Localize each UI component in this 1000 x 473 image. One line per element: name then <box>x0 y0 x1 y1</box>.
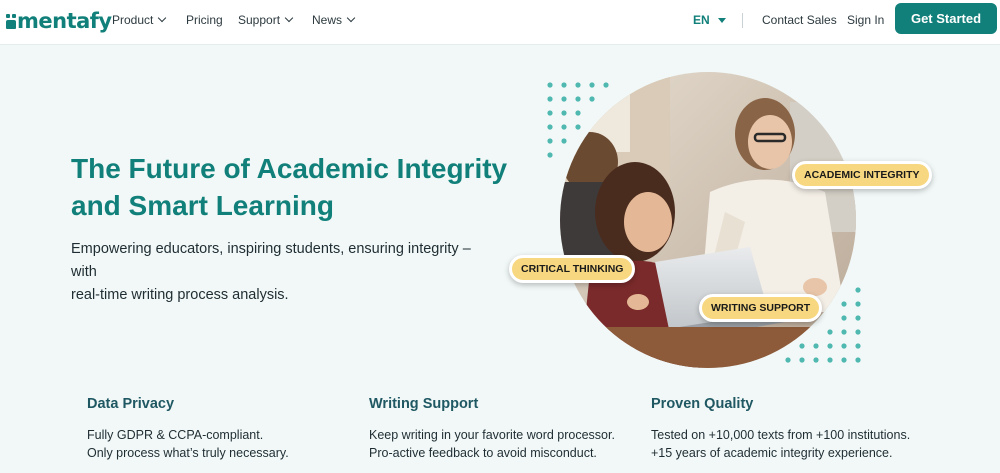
hero-subtitle: Empowering educators, inspiring students… <box>71 238 491 307</box>
nav-item-label: News <box>312 13 343 27</box>
feature-title: Proven Quality <box>651 396 754 412</box>
hero-title-line: and Smart Learning <box>71 190 334 221</box>
nav-item-label: Pricing <box>186 13 223 27</box>
nav-item-pricing[interactable]: Pricing <box>186 13 223 27</box>
nav-item-label: Support <box>238 13 281 27</box>
get-started-button[interactable]: Get Started <box>895 3 997 34</box>
feature-description: Fully GDPR & CCPA-compliant. Only proces… <box>87 426 357 462</box>
feature-title: Writing Support <box>369 396 479 412</box>
badge-critical-thinking: CRITICAL THINKING <box>509 255 636 283</box>
feature-description: Keep writing in your favorite word proce… <box>369 426 639 462</box>
chevron-down-icon <box>158 13 167 23</box>
badge-academic-integrity: ACADEMIC INTEGRITY <box>792 161 932 189</box>
language-selector[interactable]: EN <box>693 13 726 27</box>
hero-subtitle-line: Empowering educators, inspiring students… <box>71 241 471 280</box>
feature-line: Tested on +10,000 texts from +100 instit… <box>651 428 911 442</box>
nav-item-product[interactable]: Product <box>112 13 167 27</box>
feature-line: +15 years of academic integrity experien… <box>651 446 893 460</box>
nav-item-news[interactable]: News <box>312 13 356 27</box>
brand-name: mentafy <box>17 8 112 33</box>
sign-in-link[interactable]: Sign In <box>847 13 884 27</box>
nav-item-support[interactable]: Support <box>238 13 294 27</box>
language-label: EN <box>693 13 710 27</box>
chevron-down-icon <box>284 13 294 23</box>
feature-line: Only process what’s truly necessary. <box>87 446 289 460</box>
feature-proven-quality: Proven Quality Tested on +10,000 texts f… <box>651 396 951 462</box>
feature-description: Tested on +10,000 texts from +100 instit… <box>651 426 951 462</box>
hero-subtitle-line: real-time writing process analysis. <box>71 287 289 303</box>
feature-line: Fully GDPR & CCPA-compliant. <box>87 428 264 442</box>
top-nav: mentafy Product Pricing Support News EN … <box>0 0 1000 45</box>
logo-mark-icon <box>6 13 16 29</box>
hero-title: The Future of Academic Integrity and Sma… <box>71 150 521 224</box>
brand-logo[interactable]: mentafy <box>6 9 112 33</box>
nav-item-label: Product <box>112 13 154 27</box>
hero-photo <box>560 72 856 368</box>
hero-title-line: The Future of Academic Integrity <box>71 153 508 184</box>
feature-line: Keep writing in your favorite word proce… <box>369 428 615 442</box>
caret-down-icon <box>717 17 726 23</box>
nav-divider <box>742 13 743 28</box>
feature-writing-support: Writing Support Keep writing in your fav… <box>369 396 639 462</box>
feature-data-privacy: Data Privacy Fully GDPR & CCPA-compliant… <box>87 396 357 462</box>
contact-sales-link[interactable]: Contact Sales <box>762 13 837 27</box>
feature-line: Pro-active feedback to avoid misconduct. <box>369 446 597 460</box>
chevron-down-icon <box>346 13 356 23</box>
feature-title: Data Privacy <box>87 396 175 412</box>
badge-writing-support: WRITING SUPPORT <box>699 294 823 322</box>
